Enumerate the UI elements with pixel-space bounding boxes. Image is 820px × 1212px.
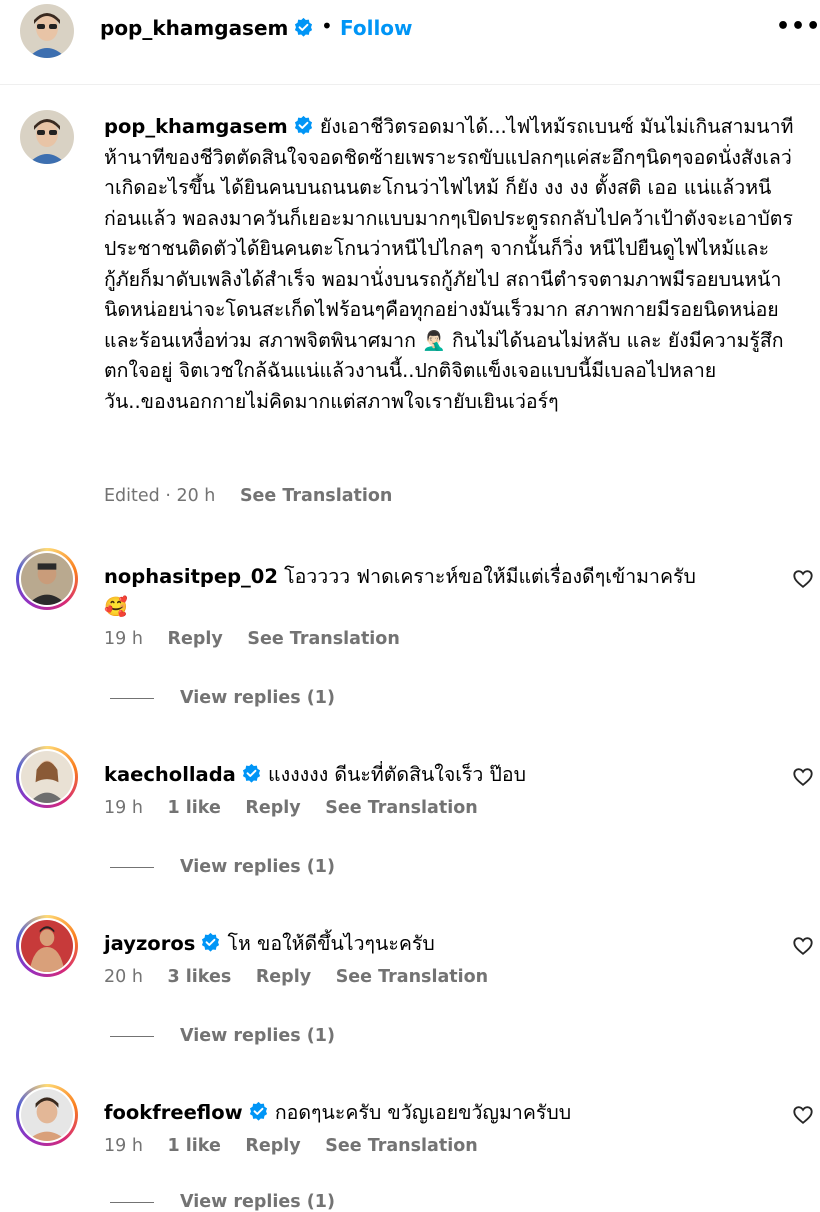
caption-username[interactable]: pop_khamgasem (104, 115, 288, 138)
verified-badge-icon (202, 932, 220, 952)
like-count[interactable]: 3 likes (168, 967, 232, 987)
header-divider (0, 84, 820, 85)
comment-text: nophasitpep_02 โอวววว ฟาดเคราะห์ขอให้มีแ… (104, 562, 754, 622)
comment-text: fookfreeflow กอดๆนะครับ ขวัญเอยขวัญมาครั… (104, 1098, 754, 1128)
reply-button[interactable]: Reply (168, 629, 223, 649)
like-count[interactable]: 1 like (168, 798, 221, 818)
replies-line (110, 1035, 154, 1037)
comment-meta: 19 h 1 like Reply See Translation (104, 798, 497, 818)
view-replies-label[interactable]: View replies (1) (180, 857, 335, 877)
reply-button[interactable]: Reply (245, 1136, 300, 1156)
separator-dot: • (321, 14, 333, 38)
view-replies-button[interactable]: View replies (1) (110, 1192, 335, 1212)
comment-text: kaechollada แงงงงง ดีนะที่ตัดสินใจเร็ว ป… (104, 760, 754, 790)
view-replies-button[interactable]: View replies (1) (110, 857, 335, 877)
more-options-icon[interactable]: ••• (776, 14, 820, 39)
view-replies-button[interactable]: View replies (1) (110, 1026, 335, 1046)
comment-body: โอวววว ฟาดเคราะห์ขอให้มีแต่เรื่องดีๆเข้า… (284, 565, 696, 588)
edited-timestamp: Edited · 20 h (104, 486, 216, 506)
follow-button[interactable]: Follow (340, 16, 413, 40)
comment-username[interactable]: kaechollada (104, 763, 236, 786)
caption-body: ยังเอาชีวิตรอดมาได้...ไฟไหม้รถเบนซ์ มันไ… (104, 115, 794, 352)
author-username[interactable]: pop_khamgasem (100, 16, 314, 40)
view-replies-label[interactable]: View replies (1) (180, 1192, 335, 1212)
caption-author-avatar[interactable] (20, 110, 74, 164)
comment-text: jayzoros โห ขอให้ดีขึ้นไวๆนะครับ (104, 929, 754, 959)
comment-username[interactable]: nophasitpep_02 (104, 565, 278, 588)
smiling-hearts-emoji: 🥰 (104, 596, 128, 618)
heart-outline-icon[interactable] (792, 935, 814, 957)
facepalm-emoji: 🤦🏻‍♂️ (422, 329, 446, 352)
replies-line (110, 866, 154, 868)
comment-username[interactable]: fookfreeflow (104, 1101, 243, 1124)
heart-outline-icon[interactable] (792, 1104, 814, 1126)
commenter-avatar[interactable] (16, 915, 78, 977)
commenter-avatar[interactable] (16, 1084, 78, 1146)
comment-meta: 19 h 1 like Reply See Translation (104, 1136, 497, 1156)
caption-text: pop_khamgasem ยังเอาชีวิตรอดมาได้...ไฟไห… (104, 112, 794, 417)
comment-username[interactable]: jayzoros (104, 932, 195, 955)
commenter-avatar[interactable] (16, 548, 78, 610)
replies-line (110, 1201, 154, 1203)
verified-badge-icon (242, 763, 260, 783)
comment-meta: 20 h 3 likes Reply See Translation (104, 967, 507, 987)
commenter-avatar[interactable] (16, 746, 78, 808)
heart-outline-icon[interactable] (792, 568, 814, 590)
reply-button[interactable]: Reply (256, 967, 311, 987)
like-count[interactable]: 1 like (168, 1136, 221, 1156)
comment-body: โห ขอให้ดีขึ้นไวๆนะครับ (227, 932, 435, 955)
comment-body: แงงงงง ดีนะที่ตัดสินใจเร็ว ป๊อบ (268, 763, 527, 786)
heart-outline-icon[interactable] (792, 766, 814, 788)
author-avatar[interactable] (20, 4, 74, 58)
verified-badge-icon (295, 17, 313, 37)
view-replies-label[interactable]: View replies (1) (180, 688, 335, 708)
post-header: pop_khamgasem • Follow ••• (0, 0, 820, 62)
comment-time: 20 h (104, 967, 143, 987)
comment-time: 19 h (104, 1136, 143, 1156)
caption-meta: Edited · 20 h See Translation (104, 486, 411, 506)
comment-time: 19 h (104, 629, 143, 649)
replies-line (110, 697, 154, 699)
see-translation-link[interactable]: See Translation (325, 1136, 477, 1156)
comment-meta: 19 h Reply See Translation (104, 629, 419, 649)
view-replies-label[interactable]: View replies (1) (180, 1026, 335, 1046)
view-replies-button[interactable]: View replies (1) (110, 688, 335, 708)
see-translation-link[interactable]: See Translation (336, 967, 488, 987)
see-translation-link[interactable]: See Translation (325, 798, 477, 818)
see-translation-link[interactable]: See Translation (240, 486, 392, 506)
comment-body: กอดๆนะครับ ขวัญเอยขวัญมาครับบ (274, 1101, 572, 1124)
see-translation-link[interactable]: See Translation (247, 629, 399, 649)
verified-badge-icon (294, 115, 312, 135)
verified-badge-icon (249, 1101, 267, 1121)
comment-time: 19 h (104, 798, 143, 818)
reply-button[interactable]: Reply (245, 798, 300, 818)
